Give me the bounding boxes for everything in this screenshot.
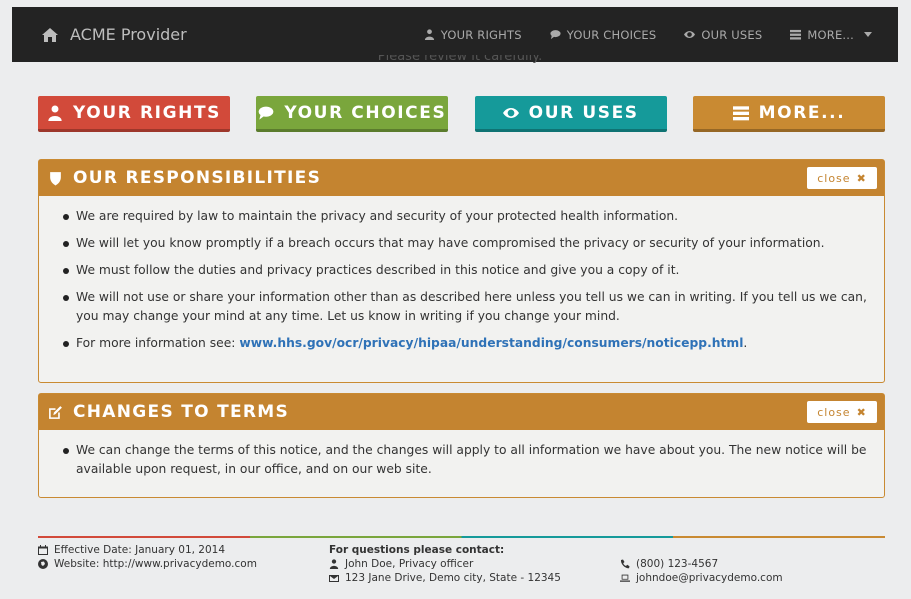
list-item: We can change the terms of this notice, … xyxy=(61,441,872,479)
list-icon xyxy=(732,105,749,120)
nav-link-label: YOUR RIGHTS xyxy=(440,27,522,42)
changes-panel-header: CHANGES TO TERMS close ✖ xyxy=(39,394,884,430)
user-icon xyxy=(424,29,434,40)
panel-title-text: CHANGES TO TERMS xyxy=(73,402,290,422)
comments-icon xyxy=(550,30,561,40)
close-button[interactable]: close ✖ xyxy=(807,401,877,423)
more-button[interactable]: MORE... xyxy=(692,96,885,132)
changes-panel: CHANGES TO TERMS close ✖ We can change t… xyxy=(38,393,885,498)
email-text[interactable]: johndoe@privacydemo.com xyxy=(636,571,783,585)
list-item: We are required by law to maintain the p… xyxy=(61,207,872,226)
your-rights-button[interactable]: YOUR RIGHTS xyxy=(38,96,230,132)
section-buttons: YOUR RIGHTS YOUR CHOICES OUR USES MORE..… xyxy=(38,96,885,132)
globe-icon xyxy=(38,559,48,569)
panel-title-text: OUR RESPONSIBILITIES xyxy=(73,168,322,188)
nav-link-label: YOUR CHOICES xyxy=(566,27,657,42)
edit-icon xyxy=(49,405,62,419)
eye-icon xyxy=(684,31,696,38)
your-choices-button[interactable]: YOUR CHOICES xyxy=(256,96,449,132)
top-navbar: ACME Provider YOUR RIGHTS YOUR CHOICES O… xyxy=(12,7,898,62)
contact-name-text: John Doe, Privacy officer xyxy=(345,558,474,570)
footer-col-contact: For questions please contact: John Doe, … xyxy=(329,543,561,585)
changes-list: We can change the terms of this notice, … xyxy=(61,441,872,479)
list-item: We will let you know promptly if a breac… xyxy=(61,234,872,253)
changes-panel-body: We can change the terms of this notice, … xyxy=(39,430,884,493)
close-icon: ✖ xyxy=(856,405,867,419)
panel-title: OUR RESPONSIBILITIES xyxy=(48,168,321,188)
footer-col-dates: Effective Date: January 01, 2014 Website… xyxy=(38,543,257,571)
effective-date-text: Effective Date: January 01, 2014 xyxy=(54,544,226,556)
website: Website: http://www.privacydemo.com xyxy=(38,557,257,571)
button-label: YOUR CHOICES xyxy=(284,102,447,123)
envelope-icon xyxy=(329,575,339,582)
button-label: YOUR RIGHTS xyxy=(72,102,221,123)
user-icon xyxy=(329,559,339,569)
nav-links: YOUR RIGHTS YOUR CHOICES OUR USES MORE..… xyxy=(424,28,872,42)
responsibilities-panel-header: OUR RESPONSIBILITIES close ✖ xyxy=(39,160,884,196)
button-label: OUR USES xyxy=(528,102,639,123)
panel-title: CHANGES TO TERMS xyxy=(48,402,289,422)
responsibilities-panel: OUR RESPONSIBILITIES close ✖ We are requ… xyxy=(38,159,885,383)
intro-text: Please review it carefully. xyxy=(340,55,580,67)
more-info-suffix: . xyxy=(743,336,748,350)
close-label: close xyxy=(817,405,851,419)
list-item: For more information see: www.hhs.gov/oc… xyxy=(61,334,872,353)
nav-link-label: OUR USES xyxy=(701,27,763,42)
hhs-link[interactable]: www.hhs.gov/ocr/privacy/hipaa/understand… xyxy=(239,336,743,350)
more-info-prefix: For more information see: xyxy=(76,336,240,350)
nav-link-more-dropdown[interactable]: MORE... xyxy=(790,28,872,42)
brand-name: ACME Provider xyxy=(70,25,187,44)
nav-link-your-choices[interactable]: YOUR CHOICES xyxy=(550,28,657,42)
footer: Effective Date: January 01, 2014 Website… xyxy=(38,543,885,593)
list-item: We must follow the duties and privacy pr… xyxy=(61,261,872,280)
email: johndoe@privacydemo.com xyxy=(620,571,783,585)
website-text[interactable]: Website: http://www.privacydemo.com xyxy=(54,557,257,571)
phone-icon xyxy=(620,559,630,569)
comments-icon xyxy=(258,106,274,120)
nav-link-your-rights[interactable]: YOUR RIGHTS xyxy=(424,28,522,42)
responsibilities-panel-body: We are required by law to maintain the p… xyxy=(39,196,884,367)
user-icon xyxy=(48,105,62,121)
eye-icon xyxy=(502,107,519,118)
phone-text[interactable]: (800) 123-4567 xyxy=(636,557,718,571)
brand[interactable]: ACME Provider xyxy=(42,25,187,44)
close-label: close xyxy=(817,171,851,185)
contact-heading-text: For questions please contact: xyxy=(329,544,505,556)
contact-address: 123 Jane Drive, Demo city, State - 12345 xyxy=(329,571,561,585)
home-icon xyxy=(42,27,58,42)
responsibilities-list: We are required by law to maintain the p… xyxy=(61,207,872,353)
caret-down-icon xyxy=(864,32,872,37)
contact-address-text: 123 Jane Drive, Demo city, State - 12345 xyxy=(345,572,561,584)
our-uses-button[interactable]: OUR USES xyxy=(474,96,667,132)
phone: (800) 123-4567 xyxy=(620,557,783,571)
nav-link-our-uses[interactable]: OUR USES xyxy=(684,28,762,42)
laptop-icon xyxy=(620,574,630,582)
nav-link-label: MORE... xyxy=(807,27,854,42)
intro-text-content: Please review it carefully. xyxy=(377,55,543,64)
footer-col-phone: (800) 123-4567 johndoe@privacydemo.com xyxy=(620,557,783,585)
effective-date: Effective Date: January 01, 2014 xyxy=(38,543,257,557)
calendar-icon xyxy=(38,545,48,555)
list-icon xyxy=(790,29,802,40)
footer-divider xyxy=(38,536,885,538)
close-button[interactable]: close ✖ xyxy=(807,167,877,189)
list-item: We will not use or share your informatio… xyxy=(61,288,872,326)
contact-heading: For questions please contact: xyxy=(329,543,561,557)
shield-icon xyxy=(50,171,61,185)
contact-name: John Doe, Privacy officer xyxy=(329,557,561,571)
close-icon: ✖ xyxy=(856,171,867,185)
button-label: MORE... xyxy=(758,102,846,123)
